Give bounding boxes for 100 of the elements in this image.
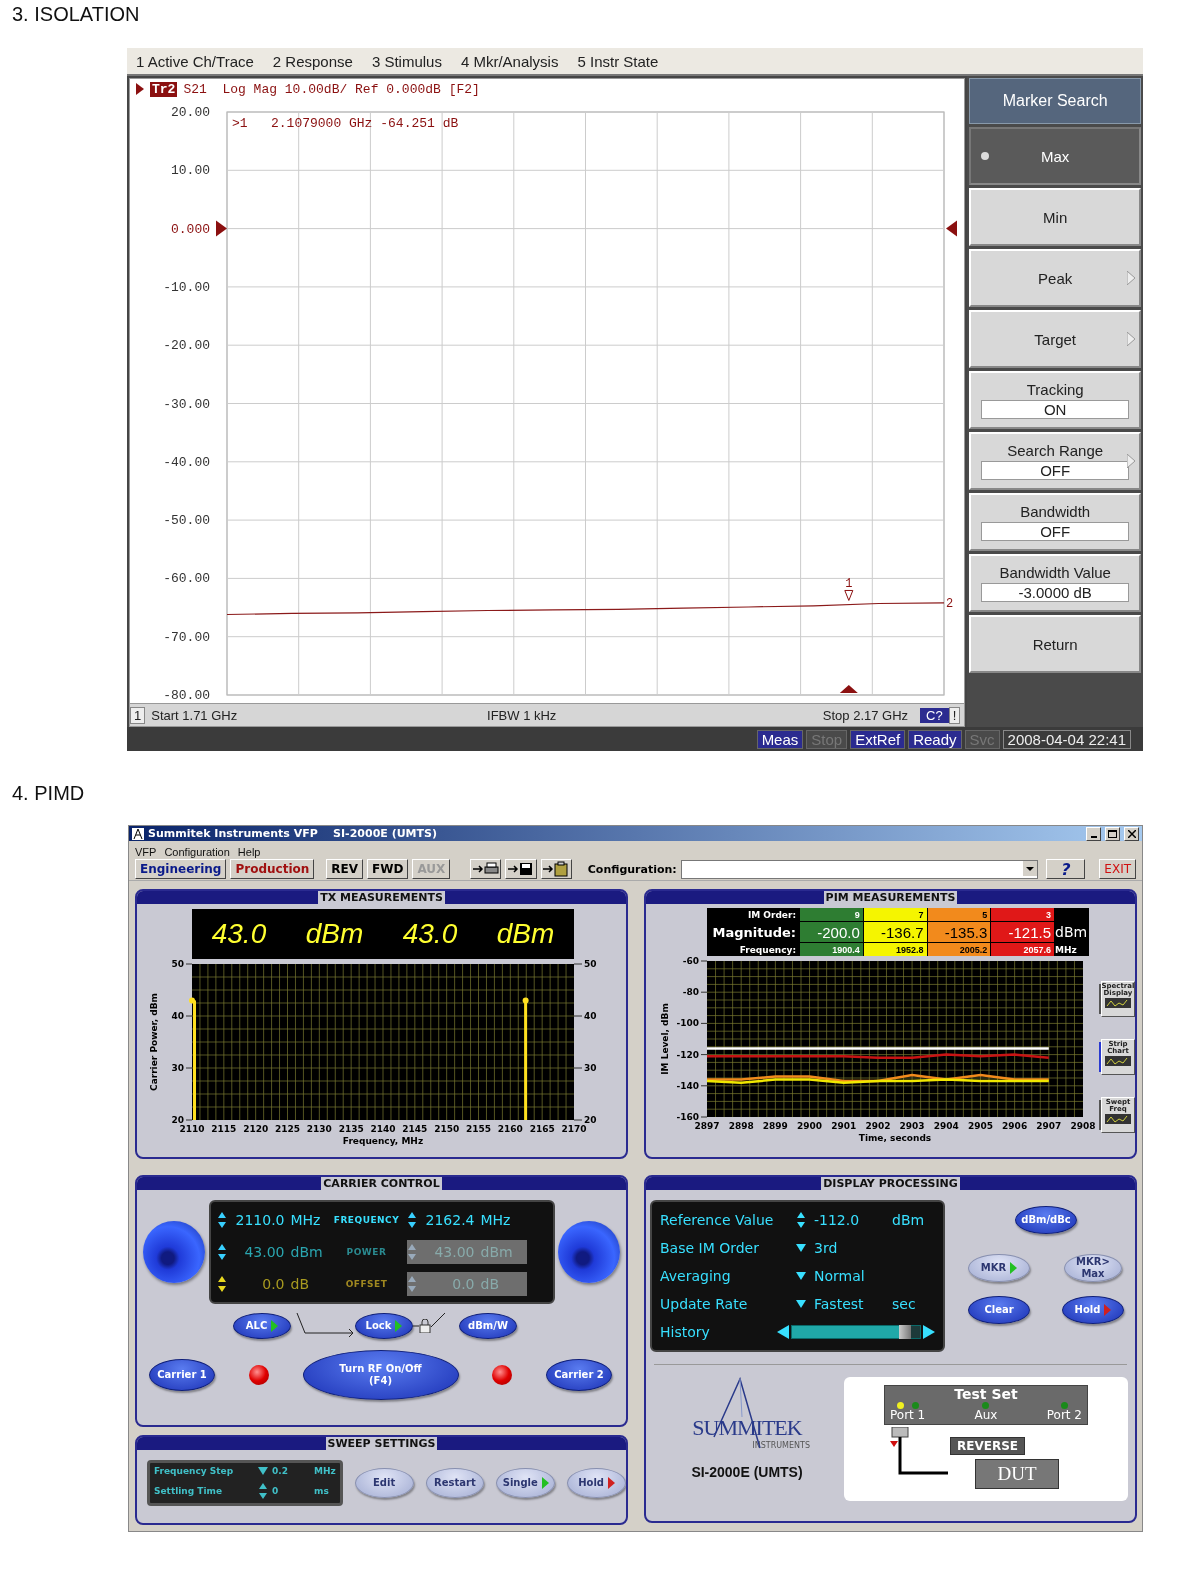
menu-item[interactable]: 4 Mkr/Analysis	[460, 52, 559, 70]
menu-item[interactable]: Help	[237, 845, 261, 858]
frequency-cell: 2005.2	[927, 943, 991, 956]
slider-right-icon[interactable]	[923, 1325, 935, 1339]
carrier-value: 2110.0	[234, 1212, 285, 1228]
spinner-icon[interactable]	[406, 1211, 417, 1229]
minimize-button[interactable]	[1086, 826, 1101, 841]
sweep-unit: ms	[314, 1486, 329, 1496]
power-value: 43.0	[211, 918, 267, 950]
history-slider[interactable]	[791, 1325, 921, 1339]
reverse-button[interactable]: REVERSE	[950, 1437, 1025, 1455]
toolbar-button[interactable]: FWD	[367, 859, 409, 880]
softkey[interactable]: Search Range OFF	[969, 432, 1141, 490]
axis-tick-label: -160	[676, 1112, 699, 1122]
axis-tick-label: 20.00	[171, 105, 210, 120]
dropdown-icon[interactable]	[258, 1466, 268, 1476]
arrow-clipboard-icon	[542, 861, 571, 878]
menu-item[interactable]: VFP	[135, 845, 157, 858]
connector-line	[431, 1312, 445, 1328]
toolbar-button[interactable]: Engineering	[135, 859, 227, 880]
maximize-button[interactable]	[1105, 826, 1120, 841]
display-button[interactable]: dBm/dBc	[1015, 1206, 1077, 1234]
chart-thumbnail-icon	[1105, 997, 1131, 1008]
section-heading: 4. PIMD	[12, 781, 85, 805]
axis-tick-label: 2165	[529, 1124, 555, 1134]
configuration-label: Configuration:	[587, 862, 677, 876]
menu-item[interactable]: Configuration	[164, 845, 230, 858]
if-bandwidth: IFBW 1 kHz	[486, 707, 558, 723]
control-button[interactable]: dBm/W	[459, 1313, 517, 1339]
port-label: Port 1	[890, 1409, 926, 1422]
dropdown-icon	[1023, 860, 1038, 876]
close-button[interactable]	[1124, 826, 1139, 841]
exit-button[interactable]: EXIT	[1099, 859, 1136, 880]
dropdown-icon[interactable]	[796, 1243, 806, 1253]
calibration-status: C?	[920, 707, 949, 723]
sweep-label: Frequency Step	[154, 1466, 235, 1476]
axis-title: IM Level, dBm	[660, 1003, 670, 1075]
carrier-unit: dB	[480, 1276, 500, 1292]
dropdown-icon[interactable]	[796, 1271, 806, 1281]
menu-item[interactable]: 1 Active Ch/Trace	[136, 52, 254, 70]
axis-tick-label: 2145	[402, 1124, 428, 1134]
softkey[interactable]: Bandwidth OFF	[969, 493, 1141, 551]
softkey[interactable]: Return	[969, 615, 1141, 673]
carrier-button[interactable]: Carrier 1	[149, 1359, 215, 1391]
model-name: SI-2000E (UMTS)	[691, 1464, 803, 1480]
save-button[interactable]	[505, 859, 537, 880]
configuration-dropdown[interactable]	[680, 859, 1039, 879]
spinner-icon[interactable]	[216, 1211, 227, 1229]
menu-item[interactable]: 2 Response	[272, 52, 353, 70]
setting-value: 3rd	[813, 1240, 839, 1256]
axis-title: Time, seconds	[858, 1133, 932, 1143]
axis-tick-label: -60.00	[163, 571, 210, 587]
spinner-icon[interactable]	[258, 1482, 268, 1500]
magnitude-cell: -136.7	[863, 922, 927, 942]
carrier-button[interactable]: Carrier 2	[546, 1359, 612, 1391]
carrier-value-field[interactable]: 2162.4 MHz	[406, 1208, 527, 1232]
magnitude-cell: -121.5	[991, 922, 1054, 942]
power-unit: dBm	[496, 918, 555, 950]
magnitude-cell: -135.3	[927, 922, 991, 942]
print-button[interactable]	[470, 859, 502, 880]
table-unit: dBm	[1055, 923, 1089, 942]
table-row-label: IM Order:	[746, 908, 797, 921]
softkey[interactable]: Bandwidth Value -3.0000 dB	[969, 554, 1141, 612]
control-button[interactable]: ALC	[233, 1313, 291, 1339]
softkey[interactable]: Target	[969, 310, 1141, 368]
spinner-icon[interactable]	[796, 1211, 806, 1229]
toolbar-button[interactable]: Production	[230, 859, 315, 880]
axis-tick-label: 2902	[865, 1121, 891, 1131]
rf-toggle-button[interactable]: Turn RF On/Off (F4)	[302, 1350, 459, 1400]
stop-frequency: Stop 2.17 GHz	[821, 707, 910, 723]
tuning-knob[interactable]	[143, 1221, 205, 1283]
softkey[interactable]: Max	[969, 127, 1141, 185]
softkey-value: OFF	[981, 461, 1130, 480]
display-button[interactable]: Clear	[968, 1296, 1030, 1324]
axis-title: Carrier Power, dBm	[149, 993, 159, 1091]
display-button[interactable]: Hold	[1062, 1296, 1124, 1324]
slider-left-icon[interactable]	[777, 1325, 789, 1339]
softkey[interactable]: Tracking ON	[969, 371, 1141, 429]
clipboard-button[interactable]	[540, 859, 572, 880]
axis-tick-label: -40.00	[163, 454, 210, 470]
softkey[interactable]: Peak	[969, 249, 1141, 307]
chart-thumbnail-icon	[1105, 1113, 1131, 1124]
axis-tick-label: 40	[584, 1011, 597, 1021]
dropdown-icon[interactable]	[796, 1299, 806, 1309]
panel-title: DISPLAY PROCESSING	[821, 1177, 960, 1190]
toolbar-button[interactable]: REV	[326, 859, 363, 880]
axis-tick-label: 2125	[274, 1124, 301, 1134]
bar-cap-icon	[189, 997, 195, 1004]
im-order-cell: 9	[800, 908, 863, 921]
menu-item[interactable]: 3 Stimulus	[371, 52, 442, 70]
spinner-icon[interactable]	[216, 1275, 227, 1293]
trace-tag[interactable]: Tr2	[150, 81, 178, 97]
menu-item[interactable]: 5 Instr State	[577, 52, 659, 70]
tuning-knob[interactable]	[558, 1221, 620, 1283]
channel-number: 1	[130, 706, 146, 724]
softkey[interactable]: Min	[969, 188, 1141, 246]
help-button[interactable]: ?	[1046, 859, 1086, 880]
spinner-icon[interactable]	[216, 1243, 227, 1261]
axis-tick-label: 0.000	[171, 221, 210, 237]
control-button[interactable]: Lock	[355, 1313, 413, 1339]
